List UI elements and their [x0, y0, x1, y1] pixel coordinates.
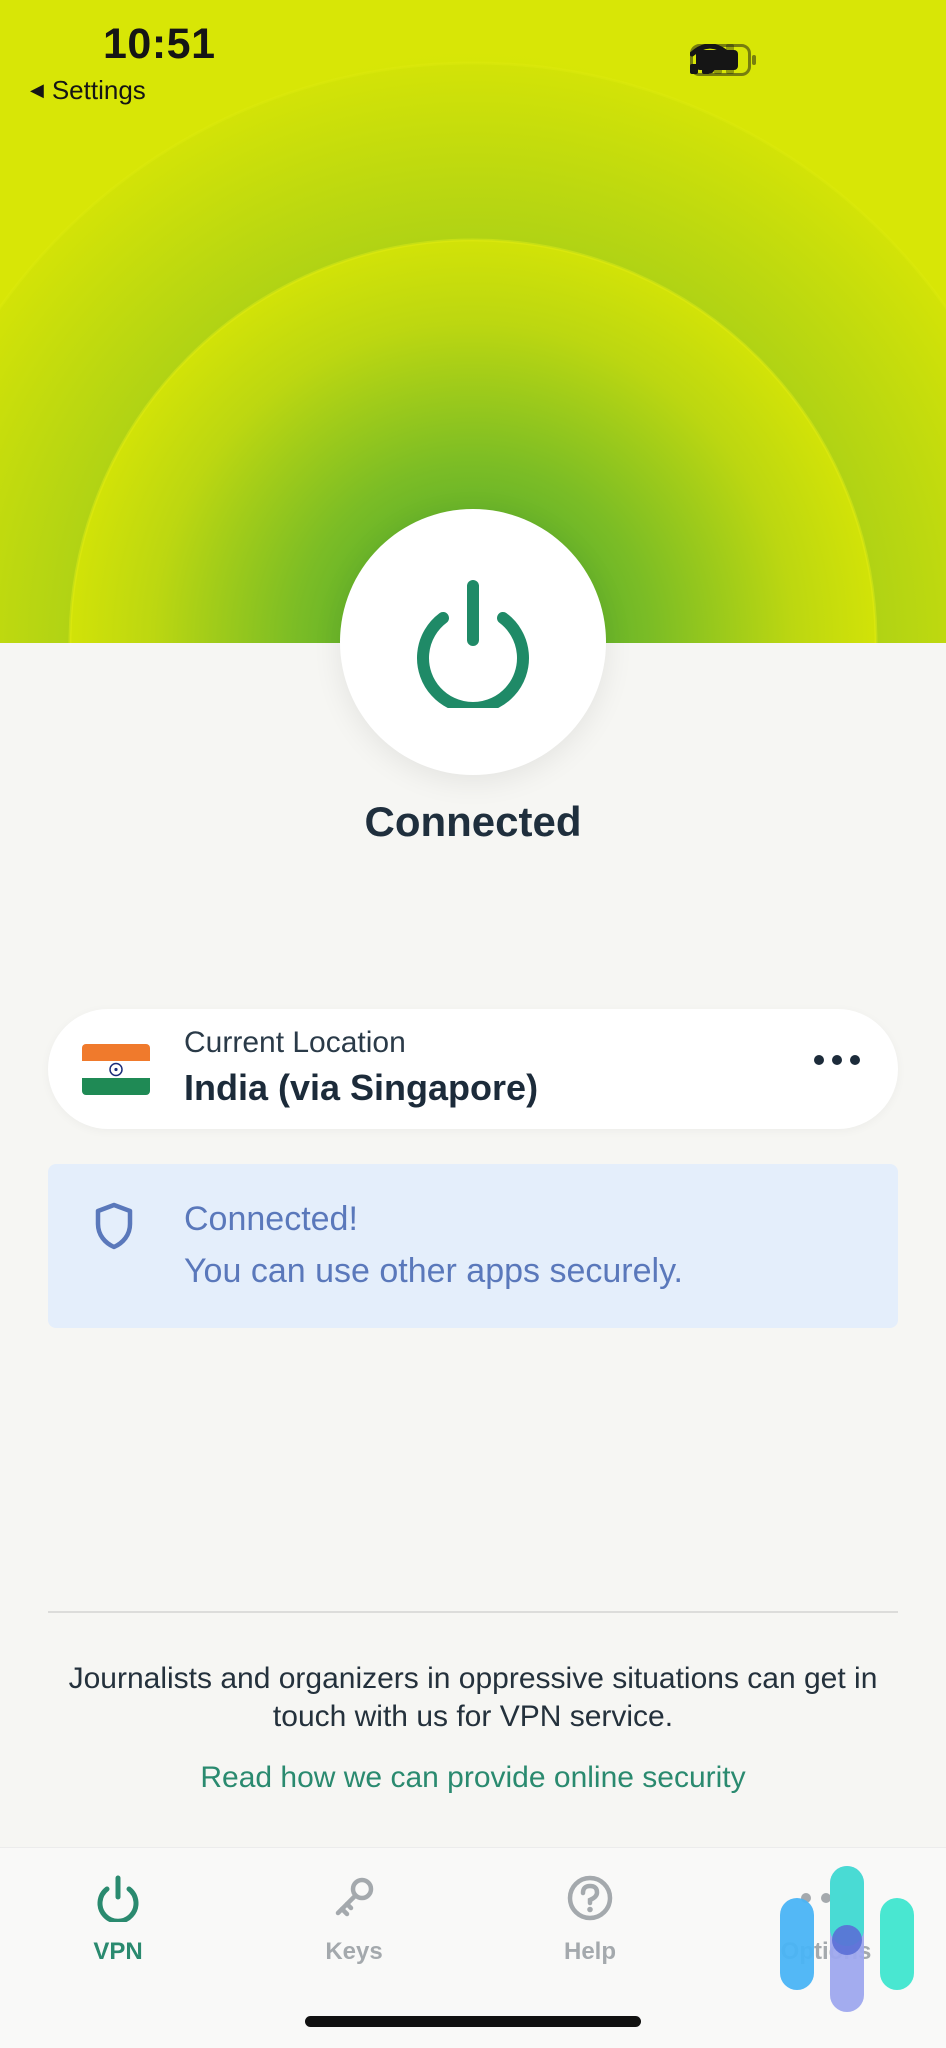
status-time: 10:51	[103, 20, 216, 68]
connect-toggle-button[interactable]	[340, 509, 606, 775]
tab-vpn[interactable]: VPN	[28, 1868, 208, 1966]
tab-label: VPN	[93, 1938, 143, 1965]
tab-label: Keys	[325, 1938, 383, 1965]
divider	[48, 1611, 898, 1613]
key-icon	[335, 1877, 374, 1917]
shield-icon	[95, 1202, 133, 1250]
ellipsis-dot	[832, 1055, 842, 1065]
home-indicator	[305, 2016, 641, 2027]
ellipsis-dot	[850, 1055, 860, 1065]
connection-status-title: Connected	[364, 798, 582, 845]
power-icon	[417, 580, 529, 708]
online-security-link[interactable]: Read how we can provide online security	[0, 1761, 946, 1795]
tab-help[interactable]: Help	[500, 1868, 680, 1966]
location-label: Current Location	[184, 1026, 406, 1059]
connected-info-banner: Connected! You can use other apps secure…	[48, 1164, 898, 1328]
location-selector[interactable]: Current Location India (via Singapore)	[48, 1009, 898, 1129]
footer-info-text: Journalists and organizers in oppressive…	[68, 1662, 878, 1733]
location-more-button[interactable]	[814, 1055, 860, 1065]
tab-label: Help	[563, 1938, 616, 1965]
watermark-logo-icon	[780, 1866, 914, 2012]
india-flag-icon	[82, 1044, 150, 1095]
tab-keys[interactable]: Keys	[264, 1868, 444, 1966]
help-circle-icon	[567, 1875, 613, 1921]
back-to-settings-link[interactable]: ◀ Settings	[30, 75, 146, 106]
back-link-label: Settings	[51, 75, 146, 105]
back-triangle-icon: ◀	[30, 80, 44, 100]
banner-title: Connected!	[184, 1200, 358, 1238]
battery-icon	[690, 44, 756, 76]
power-icon	[97, 1875, 139, 1922]
location-value: India (via Singapore)	[184, 1067, 539, 1108]
banner-message: You can use other apps securely.	[184, 1252, 683, 1290]
ellipsis-dot	[814, 1055, 824, 1065]
